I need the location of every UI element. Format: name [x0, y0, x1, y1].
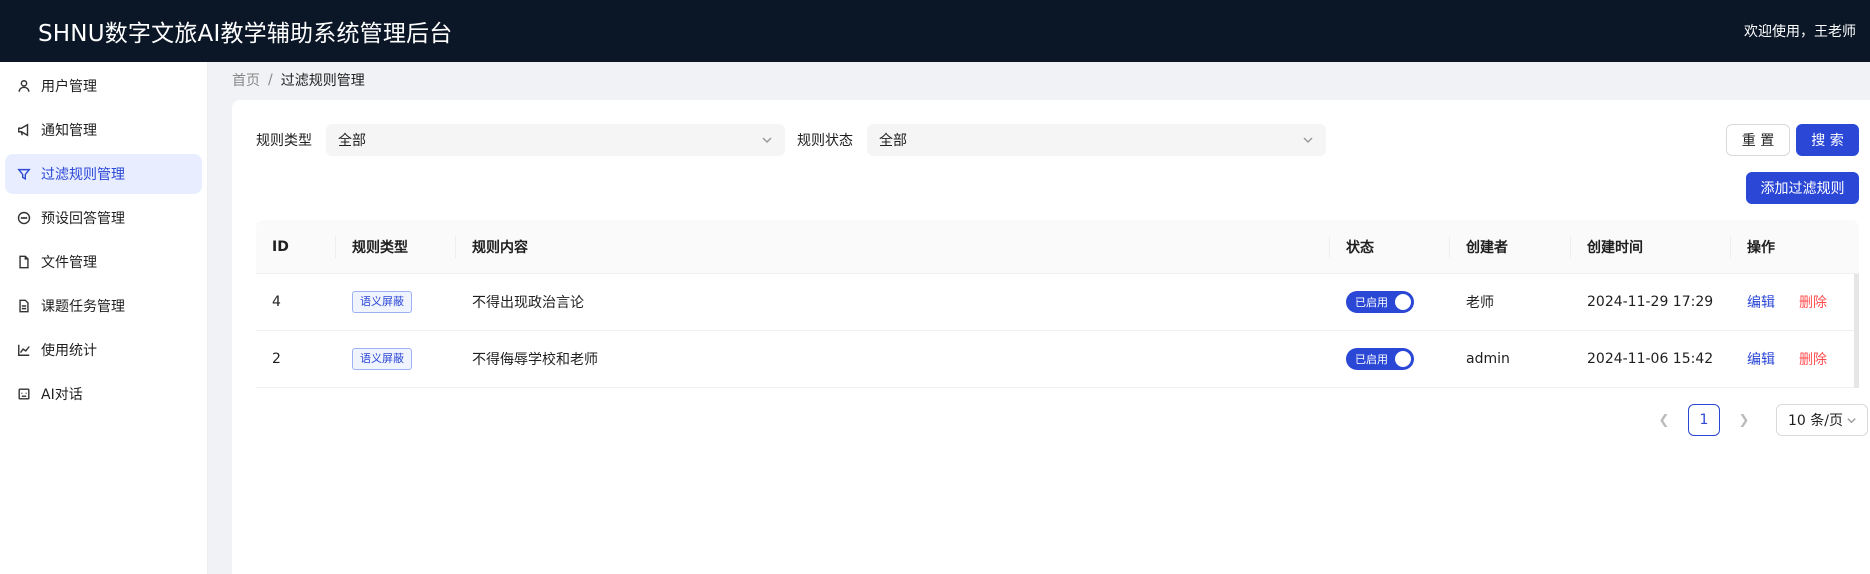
rule-type-label: 规则类型 [256, 133, 312, 149]
cell-status: 已启用 [1330, 331, 1450, 387]
sidebar-item-users[interactable]: 用户管理 [5, 66, 202, 106]
cell-creator: 老师 [1466, 295, 1494, 311]
table-row: 2 语义屏蔽 不得侮辱学校和老师 已启用 admin 2024-11-06 15… [256, 331, 1859, 388]
sidebar-item-label: 使用统计 [41, 343, 97, 359]
sidebar-item-label: 预设回答管理 [41, 211, 125, 227]
breadcrumb-home[interactable]: 首页 [232, 70, 260, 90]
status-toggle-label: 已启用 [1355, 296, 1388, 309]
sidebar-item-label: 用户管理 [41, 79, 97, 95]
sidebar-item-notifications[interactable]: 通知管理 [5, 110, 202, 150]
sidebar-item-tasks[interactable]: 课题任务管理 [5, 286, 202, 326]
column-header-actions: 操作 [1747, 239, 1775, 256]
sidebar-item-ai-chat[interactable]: AI对话 [5, 374, 202, 414]
column-header-id: ID [256, 220, 336, 273]
toggle-knob [1395, 294, 1411, 310]
megaphone-icon [16, 122, 32, 138]
cell-creator: admin [1466, 351, 1510, 367]
sidebar-item-label: 课题任务管理 [41, 299, 125, 315]
cell-status: 已启用 [1330, 274, 1450, 330]
robot-icon [16, 386, 32, 402]
prev-page-icon[interactable]: ❮ [1648, 404, 1680, 436]
column-header-content: 规则内容 [456, 220, 1330, 273]
filter-icon [16, 166, 32, 182]
main-content: 规则类型 全部 规则状态 全部 重 置 搜 索 添加过滤规则 ID 规则类型 规… [232, 100, 1870, 574]
sidebar-item-label: 通知管理 [41, 123, 97, 139]
task-file-icon [16, 298, 32, 314]
add-filter-rule-button[interactable]: 添加过滤规则 [1746, 172, 1859, 204]
rule-type-tag: 语义屏蔽 [352, 291, 412, 313]
filter-bar: 规则类型 全部 规则状态 全部 [256, 124, 1338, 156]
column-header-time: 创建时间 [1571, 220, 1731, 273]
sidebar-item-label: AI对话 [41, 387, 83, 403]
rule-status-value: 全部 [879, 133, 907, 149]
status-toggle-label: 已启用 [1355, 353, 1388, 366]
sidebar-item-statistics[interactable]: 使用统计 [5, 330, 202, 370]
status-toggle[interactable]: 已启用 [1346, 291, 1414, 313]
search-button[interactable]: 搜 索 [1796, 124, 1859, 156]
file-icon [16, 254, 32, 270]
toggle-knob [1395, 351, 1411, 367]
cell-time: 2024-11-29 17:29 [1587, 294, 1714, 310]
pagination: ❮ 1 ❯ 10 条/页 [1648, 404, 1868, 436]
chevron-down-icon [762, 137, 772, 144]
rule-status-select[interactable]: 全部 [867, 124, 1326, 156]
cell-type: 语义屏蔽 [336, 331, 456, 387]
column-header-status: 状态 [1330, 220, 1450, 273]
edit-link[interactable]: 编辑 [1747, 292, 1775, 312]
page-size-select[interactable]: 10 条/页 [1776, 404, 1868, 436]
cell-actions: 编辑 删除 [1731, 331, 1859, 387]
chat-icon [16, 210, 32, 226]
sidebar: 用户管理 通知管理 过滤规则管理 预设回答管理 文件管理 课题任务管理 使用统计… [0, 62, 208, 574]
chevron-down-icon [1847, 417, 1856, 423]
column-header-type: 规则类型 [336, 220, 456, 273]
chevron-down-icon [1303, 137, 1313, 144]
rule-type-select[interactable]: 全部 [326, 124, 785, 156]
rule-status-label: 规则状态 [797, 133, 853, 149]
top-header: SHNU数字文旅AI教学辅助系统管理后台 欢迎使用，王老师 [0, 0, 1870, 62]
breadcrumb: 首页 / 过滤规则管理 [232, 70, 365, 90]
sidebar-item-label: 过滤规则管理 [41, 167, 125, 183]
table-header: ID 规则类型 规则内容 状态 创建者 创建时间 操作 [256, 220, 1859, 274]
cell-content: 不得侮辱学校和老师 [472, 352, 598, 368]
rules-table: ID 规则类型 规则内容 状态 创建者 创建时间 操作 4 语义屏蔽 不得出现政… [256, 220, 1859, 388]
line-chart-icon [16, 342, 32, 358]
cell-id: 4 [272, 294, 281, 310]
welcome-text: 欢迎使用，王老师 [1744, 24, 1856, 40]
delete-link[interactable]: 删除 [1799, 292, 1827, 312]
delete-link[interactable]: 删除 [1799, 349, 1827, 369]
user-icon [16, 78, 32, 94]
cell-type: 语义屏蔽 [336, 274, 456, 330]
edit-link[interactable]: 编辑 [1747, 349, 1775, 369]
cell-content: 不得出现政治言论 [472, 295, 584, 311]
rule-type-value: 全部 [338, 133, 366, 149]
rule-type-tag: 语义屏蔽 [352, 348, 412, 370]
sidebar-item-files[interactable]: 文件管理 [5, 242, 202, 282]
app-title: SHNU数字文旅AI教学辅助系统管理后台 [38, 21, 453, 47]
sidebar-item-label: 文件管理 [41, 255, 97, 271]
next-page-icon[interactable]: ❯ [1728, 404, 1760, 436]
breadcrumb-separator: / [268, 72, 273, 88]
page-number[interactable]: 1 [1688, 404, 1720, 436]
breadcrumb-current: 过滤规则管理 [280, 73, 365, 89]
table-row: 4 语义屏蔽 不得出现政治言论 已启用 老师 2024-11-29 17:29 … [256, 274, 1859, 331]
status-toggle[interactable]: 已启用 [1346, 348, 1414, 370]
cell-id: 2 [272, 351, 281, 367]
reset-button[interactable]: 重 置 [1726, 124, 1790, 156]
sidebar-item-preset-answers[interactable]: 预设回答管理 [5, 198, 202, 238]
cell-time: 2024-11-06 15:42 [1587, 351, 1714, 367]
sidebar-item-filter-rules[interactable]: 过滤规则管理 [5, 154, 202, 194]
table-scrollbar[interactable] [1854, 274, 1859, 388]
column-header-creator: 创建者 [1450, 220, 1571, 273]
page-size-value: 10 条/页 [1788, 413, 1843, 429]
cell-actions: 编辑 删除 [1731, 274, 1859, 330]
